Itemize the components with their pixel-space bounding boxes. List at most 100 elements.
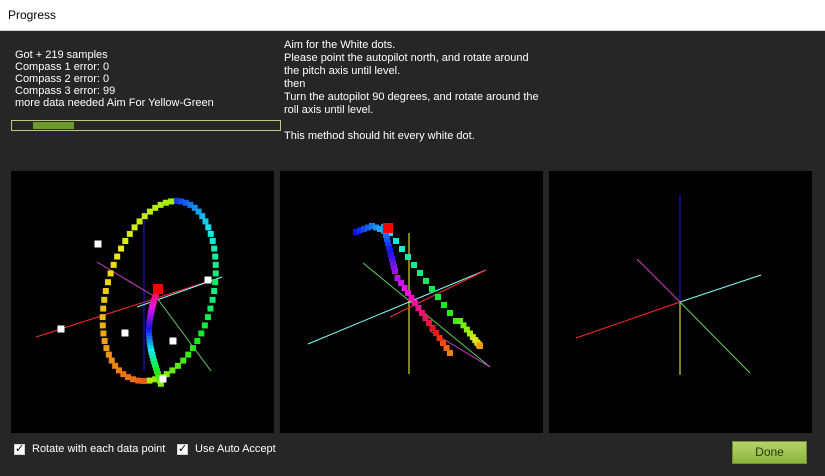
current-sample	[153, 284, 163, 294]
sample-point	[114, 253, 121, 260]
sample-point	[174, 362, 181, 369]
progress-bar	[11, 120, 281, 131]
sample-point	[447, 310, 453, 316]
x-axis-line	[389, 269, 487, 318]
sample-point	[209, 237, 216, 244]
window-title: Progress	[8, 8, 57, 22]
sample-point	[126, 230, 133, 237]
sample-point	[140, 378, 147, 384]
axis-line-cyan	[679, 274, 762, 303]
sample-point	[101, 338, 108, 345]
sample-point	[435, 294, 441, 300]
target-dot	[169, 337, 177, 345]
target-dot	[204, 276, 212, 284]
status-text: Got + 219 samples Compass 1 error: 0 Com…	[15, 49, 214, 109]
auto-accept-checkbox[interactable]: ✓ Use Auto Accept	[177, 442, 276, 456]
sample-point	[212, 253, 219, 260]
instructions-text: Aim for the White dots. Please point the…	[284, 39, 539, 142]
auto-accept-checkbox-label: Use Auto Accept	[195, 443, 276, 455]
spacer	[91, 371, 212, 376]
sample-point	[209, 296, 216, 303]
target-dot	[94, 240, 102, 248]
rotate-checkbox-label: Rotate with each data point	[32, 443, 166, 455]
sample-point	[201, 322, 208, 329]
sample-point	[107, 270, 114, 277]
sample-point	[100, 305, 107, 312]
sample-point	[108, 357, 115, 364]
sample-point	[441, 302, 447, 308]
axis-line-cyan	[307, 269, 487, 345]
sample-point	[99, 322, 106, 329]
sample-point	[393, 238, 399, 244]
sample-point	[104, 279, 111, 286]
sample-point	[411, 262, 417, 268]
rotate-checkbox[interactable]: ✓ Rotate with each data point	[14, 442, 165, 456]
current-sample	[383, 223, 393, 233]
x-axis-line	[575, 301, 681, 339]
status-line: Got + 219 samples	[15, 49, 108, 61]
sample-point	[417, 270, 423, 276]
sample-point	[212, 279, 219, 286]
y-axis-line-green	[679, 301, 751, 374]
sample-point	[207, 230, 214, 237]
sample-point	[100, 330, 107, 337]
sample-point	[205, 224, 212, 231]
sample-point	[211, 245, 218, 252]
status-line: Compass 2 error: 0	[15, 73, 110, 85]
sample-point	[102, 288, 109, 294]
sample-point	[103, 345, 110, 352]
sample-point	[131, 224, 138, 231]
sample-point	[157, 201, 164, 208]
done-button[interactable]: Done	[732, 441, 807, 464]
status-line: more data needed Aim For Yellow-Green	[15, 97, 214, 109]
y-axis-line	[636, 258, 681, 303]
sample-point	[99, 314, 106, 321]
compass-1-canvas	[35, 198, 223, 387]
sample-point	[194, 338, 201, 345]
checkmark-icon: ✓	[178, 441, 188, 455]
title-bar: Progress	[0, 0, 825, 31]
sample-point	[189, 345, 196, 352]
sample-point	[212, 270, 219, 277]
sample-point	[180, 357, 187, 364]
target-dot	[57, 325, 65, 333]
sample-point	[211, 288, 218, 294]
compass-2-plot	[280, 171, 543, 433]
compass-2-canvas	[307, 223, 491, 374]
sample-point	[105, 351, 112, 358]
status-line: Compass 3 error: 99	[15, 85, 116, 97]
sample-point	[135, 377, 142, 384]
sample-point	[152, 204, 159, 211]
sample-point	[198, 330, 205, 337]
sample-point	[168, 198, 175, 205]
sample-point	[212, 261, 219, 268]
sample-point	[169, 367, 176, 374]
compass-3-plot	[549, 171, 812, 433]
compass-3-canvas	[575, 195, 762, 375]
target-dot	[159, 375, 167, 383]
auto-accept-checkbox-box[interactable]: ✓	[177, 441, 188, 455]
sample-point	[122, 237, 129, 244]
sample-point	[118, 245, 125, 252]
sample-point	[185, 351, 192, 358]
sample-point	[199, 213, 206, 220]
status-line: Compass 1 error: 0	[15, 61, 110, 73]
sample-point	[141, 213, 148, 220]
progress-fill	[33, 122, 74, 129]
compass-1-plot	[11, 171, 274, 433]
checkmark-icon: ✓	[15, 441, 25, 455]
sample-point	[207, 305, 214, 312]
sample-point	[146, 208, 153, 215]
sample-point	[162, 199, 169, 206]
sample-point	[477, 343, 483, 349]
sample-point	[110, 261, 117, 268]
rotate-checkbox-box[interactable]: ✓	[14, 441, 25, 455]
sample-point	[399, 246, 405, 252]
sample-point	[146, 377, 153, 384]
sample-point	[101, 296, 108, 303]
target-dot	[121, 329, 129, 337]
sample-point	[136, 218, 143, 225]
sample-point	[112, 362, 119, 369]
sample-point	[394, 275, 401, 281]
sample-point	[423, 278, 429, 284]
